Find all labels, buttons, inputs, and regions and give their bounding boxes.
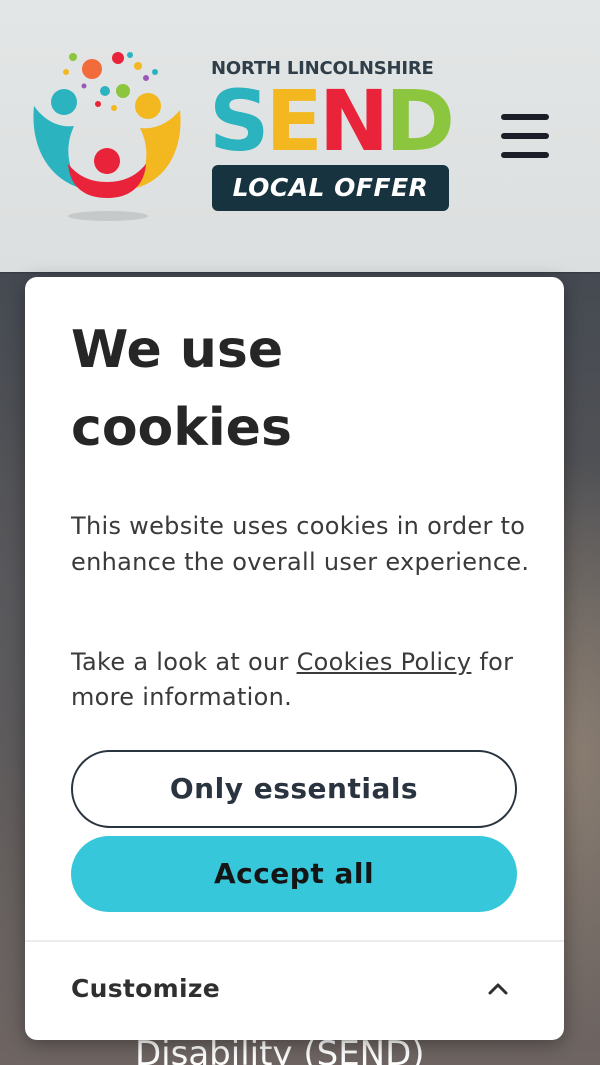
hamburger-menu-icon[interactable] (497, 110, 553, 164)
site-header: NORTH LINCOLNSHIRE SEND LOCAL OFFER (0, 0, 600, 272)
logo-letter-e: E (265, 72, 323, 170)
cookie-policy-prefix: Take a look at our (71, 648, 297, 676)
cookie-dialog-description: This website uses cookies in order to en… (71, 512, 530, 576)
chevron-up-icon (488, 983, 508, 995)
customize-toggle[interactable]: Customize (25, 942, 564, 1040)
menu-bar (501, 152, 549, 158)
logo-letter-d: D (385, 72, 455, 170)
menu-bar (501, 133, 549, 139)
cookie-consent-dialog: We use cookies This website uses cookies… (25, 277, 564, 1040)
only-essentials-button[interactable]: Only essentials (71, 750, 517, 828)
cookie-policy-text: Take a look at our Cookies Policy for mo… (71, 645, 531, 715)
logo-letter-s: S (209, 72, 269, 170)
customize-label: Customize (71, 974, 220, 1003)
accept-all-button[interactable]: Accept all (71, 836, 517, 912)
logo-wordmark: SEND (209, 72, 455, 170)
cookie-dialog-title: We use cookies (71, 320, 292, 458)
logo-letter-n: N (318, 72, 389, 170)
logo-subtitle-badge: LOCAL OFFER (212, 165, 449, 211)
cookies-policy-link[interactable]: Cookies Policy (297, 648, 472, 676)
menu-bar (501, 114, 549, 120)
logo-people-graphic (33, 52, 181, 221)
